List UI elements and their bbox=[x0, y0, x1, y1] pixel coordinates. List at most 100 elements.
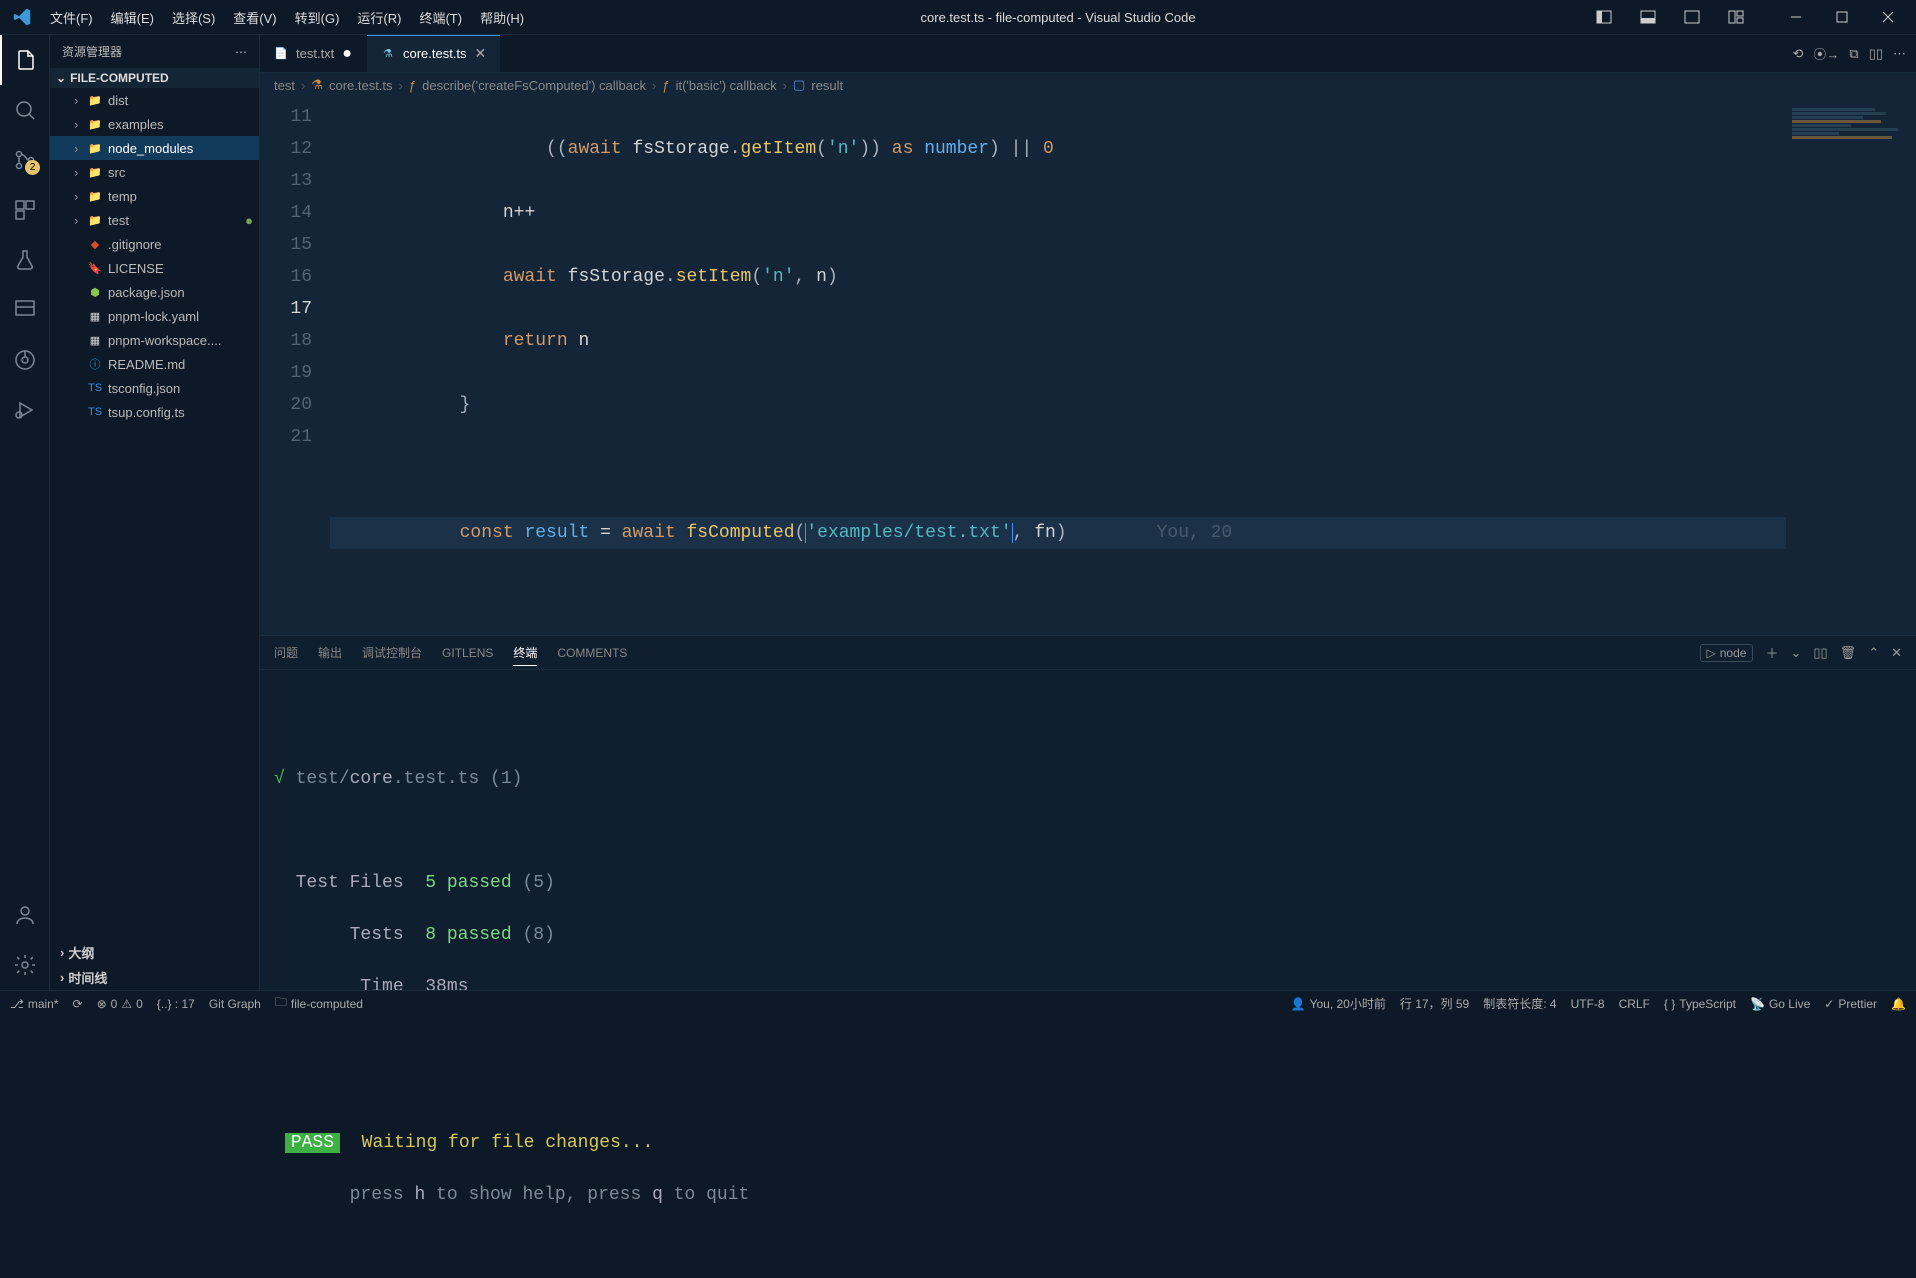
activity-remote-icon[interactable] bbox=[0, 285, 50, 335]
close-panel-icon[interactable]: ✕ bbox=[1891, 645, 1902, 661]
sb-sync[interactable]: ⟳ bbox=[73, 997, 83, 1011]
terminal-output[interactable]: √ test/core.test.ts (1) Test Files 5 pas… bbox=[260, 670, 1916, 1278]
tree-item-pnpm-workspace[interactable]: ▦pnpm-workspace.... bbox=[50, 328, 259, 352]
terminal-dropdown-icon[interactable]: ⌄ bbox=[1790, 645, 1801, 661]
tree-item-test[interactable]: ›📁test● bbox=[50, 208, 259, 232]
sb-encoding[interactable]: UTF-8 bbox=[1571, 997, 1605, 1011]
activity-bar: 2 bbox=[0, 35, 50, 990]
terminal-selector[interactable]: ▷node bbox=[1700, 644, 1754, 662]
breadcrumb[interactable]: test› ⚗core.test.ts› ƒdescribe('createFs… bbox=[260, 73, 1916, 97]
sb-blame[interactable]: 👤You, 20小时前 bbox=[1291, 995, 1386, 1012]
tree-label: src bbox=[108, 165, 125, 180]
tree-item-node-modules[interactable]: ›📁node_modules bbox=[50, 136, 259, 160]
scm-badge: 2 bbox=[25, 160, 40, 175]
branch-icon: ⎇ bbox=[10, 997, 24, 1011]
activity-account-icon[interactable] bbox=[0, 890, 50, 940]
new-terminal-icon[interactable]: ＋ bbox=[1765, 643, 1778, 662]
activity-debug-icon[interactable] bbox=[0, 385, 50, 435]
panel-tab-problems[interactable]: 问题 bbox=[274, 640, 298, 665]
menu-go[interactable]: 转到(G) bbox=[287, 4, 348, 31]
sb-golive[interactable]: 📡Go Live bbox=[1750, 997, 1810, 1011]
text-file-icon: 📄 bbox=[274, 47, 288, 61]
panel-tab-gitlens[interactable]: GITLENS bbox=[442, 642, 493, 664]
timeline-section[interactable]: ›时间线 bbox=[50, 965, 259, 990]
maximize-icon[interactable] bbox=[1822, 2, 1862, 32]
menu-file[interactable]: 文件(F) bbox=[42, 4, 101, 31]
outline-section[interactable]: ›大纲 bbox=[50, 940, 259, 965]
customize-layout-icon[interactable] bbox=[1716, 2, 1756, 32]
code-editor[interactable]: 11 12 13 14 15 16 17 18 19 20 21 ((await… bbox=[260, 97, 1916, 635]
menu-view[interactable]: 查看(V) bbox=[225, 4, 284, 31]
sb-branch[interactable]: ⎇main* bbox=[10, 997, 59, 1011]
tab-test-txt[interactable]: 📄 test.txt ● bbox=[260, 35, 367, 72]
sb-notifications-icon[interactable]: 🔔 bbox=[1891, 997, 1906, 1011]
panel-tab-output[interactable]: 输出 bbox=[318, 640, 342, 665]
tree-item-package-json[interactable]: ⬢package.json bbox=[50, 280, 259, 304]
layout-right-icon[interactable] bbox=[1672, 2, 1712, 32]
sidebar-more-icon[interactable]: ⋯ bbox=[235, 45, 247, 59]
tree-item-tsconfig[interactable]: TStsconfig.json bbox=[50, 376, 259, 400]
kill-terminal-icon[interactable]: 🗑 bbox=[1840, 645, 1857, 661]
tree-item-gitignore[interactable]: ◆.gitignore bbox=[50, 232, 259, 256]
panel-tab-debug[interactable]: 调试控制台 bbox=[362, 640, 422, 665]
minimize-icon[interactable] bbox=[1776, 2, 1816, 32]
activity-test-icon[interactable] bbox=[0, 235, 50, 285]
activity-scm-icon[interactable]: 2 bbox=[0, 135, 50, 185]
breadcrumb-item[interactable]: it('basic') callback bbox=[676, 78, 777, 93]
tree-item-src[interactable]: ›📁src bbox=[50, 160, 259, 184]
tab-core-test[interactable]: ⚗ core.test.ts ✕ bbox=[367, 35, 501, 72]
tree-item-temp[interactable]: ›📁temp bbox=[50, 184, 259, 208]
menu-run[interactable]: 运行(R) bbox=[349, 4, 409, 31]
minimap[interactable] bbox=[1786, 97, 1916, 635]
folder-header[interactable]: ⌄ FILE-COMPUTED bbox=[50, 68, 259, 88]
tree-item-pnpm-lock[interactable]: ▦pnpm-lock.yaml bbox=[50, 304, 259, 328]
maximize-panel-icon[interactable]: ⌃ bbox=[1868, 645, 1879, 661]
tree-item-tsup[interactable]: TStsup.config.ts bbox=[50, 400, 259, 424]
panel-tab-terminal[interactable]: 终端 bbox=[513, 640, 537, 666]
modified-dot-icon: ● bbox=[342, 46, 352, 62]
breadcrumb-item[interactable]: core.test.ts bbox=[329, 78, 393, 93]
code-content[interactable]: ((await fsStorage.getItem('n')) as numbe… bbox=[330, 97, 1786, 635]
sb-tabsize[interactable]: 制表符长度: 4 bbox=[1483, 995, 1556, 1012]
split-terminal-icon[interactable]: ▯▯ bbox=[1813, 645, 1827, 661]
activity-gitlens-icon[interactable] bbox=[0, 335, 50, 385]
activity-settings-icon[interactable] bbox=[0, 940, 50, 990]
split-icon[interactable]: ▯▯ bbox=[1869, 46, 1883, 62]
activity-extensions-icon[interactable] bbox=[0, 185, 50, 235]
license-icon: 🔖 bbox=[88, 261, 102, 275]
close-icon[interactable] bbox=[1868, 2, 1908, 32]
go-back-icon[interactable]: ⦿→ bbox=[1813, 44, 1839, 63]
tree-item-examples[interactable]: ›📁examples bbox=[50, 112, 259, 136]
tree-item-license[interactable]: 🔖LICENSE bbox=[50, 256, 259, 280]
sb-folder[interactable]: 🗀file-computed bbox=[275, 993, 363, 1014]
sb-gitgraph[interactable]: Git Graph bbox=[209, 997, 261, 1011]
menu-help[interactable]: 帮助(H) bbox=[472, 4, 532, 31]
editor-tabs: 📄 test.txt ● ⚗ core.test.ts ✕ ⟲ ⦿→ ⧉ ▯▯ … bbox=[260, 35, 1916, 73]
layout-left-icon[interactable] bbox=[1584, 2, 1624, 32]
sb-position[interactable]: 行 17，列 59 bbox=[1400, 995, 1469, 1012]
breadcrumb-item[interactable]: describe('createFsComputed') callback bbox=[422, 78, 646, 93]
menu-terminal[interactable]: 终端(T) bbox=[411, 4, 470, 31]
compare-icon[interactable]: ⧉ bbox=[1849, 46, 1858, 62]
sb-brackets[interactable]: {..} : 17 bbox=[157, 997, 195, 1011]
chevron-right-icon: › bbox=[74, 189, 82, 204]
run-last-icon[interactable]: ⟲ bbox=[1792, 46, 1803, 62]
layout-bottom-icon[interactable] bbox=[1628, 2, 1668, 32]
activity-explorer-icon[interactable] bbox=[0, 35, 50, 85]
sb-problems[interactable]: ⊗0 ⚠0 bbox=[97, 997, 143, 1011]
close-icon[interactable]: ✕ bbox=[475, 45, 487, 62]
tree-item-readme[interactable]: ⓘREADME.md bbox=[50, 352, 259, 376]
panel-tab-comments[interactable]: COMMENTS bbox=[557, 642, 627, 664]
breadcrumb-item[interactable]: result bbox=[811, 78, 843, 93]
more-icon[interactable]: ⋯ bbox=[1893, 46, 1906, 62]
sb-prettier[interactable]: ✓Prettier bbox=[1824, 997, 1877, 1011]
sb-language[interactable]: { }TypeScript bbox=[1664, 997, 1736, 1011]
breadcrumb-item[interactable]: test bbox=[274, 78, 295, 93]
menu-selection[interactable]: 选择(S) bbox=[164, 4, 223, 31]
activity-search-icon[interactable] bbox=[0, 85, 50, 135]
tree-item-dist[interactable]: ›📁dist bbox=[50, 88, 259, 112]
method-icon: ƒ bbox=[409, 78, 416, 93]
menu-edit[interactable]: 编辑(E) bbox=[103, 4, 162, 31]
sb-eol[interactable]: CRLF bbox=[1619, 997, 1650, 1011]
chevron-right-icon: › bbox=[74, 93, 82, 108]
